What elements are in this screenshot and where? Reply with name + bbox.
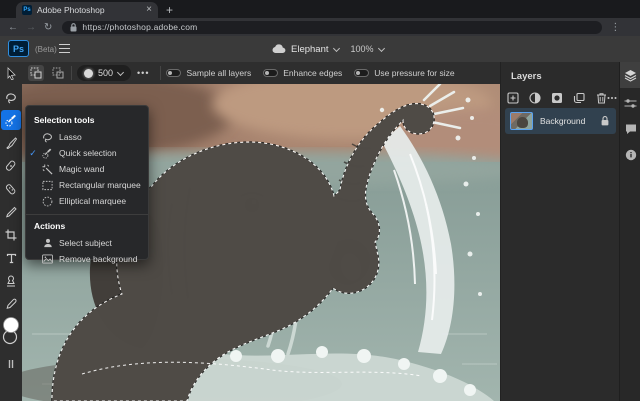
layers-more-icon[interactable] [605,91,619,105]
menu-item-elliptical-marquee[interactable]: Elliptical marquee [26,193,148,209]
spot-healing-tool[interactable] [1,156,21,176]
layer-name: Background [540,116,586,126]
screen: Ps Adobe Photoshop × + ← → ↻ https://pho… [0,0,640,401]
properties-panel-tab[interactable] [620,90,640,116]
sample-all-layers-label: Sample all layers [186,68,252,78]
brush-size-control[interactable]: 500 [77,65,132,81]
lasso-select-tool[interactable] [1,88,21,108]
reload-icon[interactable]: ↻ [44,22,52,33]
info-icon [625,149,636,161]
quick-selection-tool[interactable] [1,110,21,130]
browser-address-bar: ← → ↻ https://photoshop.adobe.com ⋮ [0,18,640,36]
browser-tab-bar: Ps Adobe Photoshop × + [0,0,640,18]
menu-item-remove-background[interactable]: Remove background [26,251,148,267]
layers-panel-tab[interactable] [620,62,640,88]
comment-icon [625,124,636,134]
toolbar [0,62,22,401]
layers-panel: Layers Background [500,62,619,401]
brush-preview-icon [84,68,93,78]
tool-options-bar: 500 ••• Sample all layers Enhance edges … [22,62,500,84]
menu-item-magic-wand[interactable]: Magic wand [26,161,148,177]
comments-panel-tab[interactable] [620,116,640,142]
cloud-document-icon [272,44,286,54]
check-icon: ✓ [29,147,37,158]
browser-menu-icon[interactable]: ⋮ [610,22,620,33]
foreground-background-colors[interactable] [1,314,21,348]
photoshop-logo: Ps [8,40,29,57]
brush-size-chevron-icon [118,70,124,76]
lasso-icon [40,132,55,143]
menu-icon[interactable] [59,44,70,53]
magic-wand-icon [40,163,55,175]
flyout-section-title: Actions [34,221,66,231]
document-chevron-icon[interactable] [334,46,340,52]
menu-item-rectangular-marquee[interactable]: Rectangular marquee [26,177,148,193]
app-header: Ps (Beta) Elephant 100% [0,36,640,92]
sample-all-layers-toggle[interactable] [166,69,182,77]
add-layer-icon[interactable] [506,91,520,105]
layer-mask-icon[interactable] [550,91,564,105]
flyout-section-title: Selection tools [34,115,95,125]
zoom-level[interactable]: 100% [351,44,374,54]
tab-favicon-ps: Ps [22,5,32,15]
layer-row-background[interactable]: Background [505,108,616,134]
healing-patch-tool[interactable] [1,179,21,199]
quick-selection-icon [40,148,55,159]
layer-thumbnail [510,112,533,130]
brush-tool[interactable] [1,133,21,153]
rectangular-marquee-icon [40,180,55,191]
crop-tool[interactable] [1,225,21,245]
zoom-chevron-icon[interactable] [379,46,385,52]
url-field[interactable]: https://photoshop.adobe.com [62,20,603,34]
person-icon [40,238,55,249]
menu-item-lasso[interactable]: Lasso [26,129,148,145]
menu-item-select-subject[interactable]: Select subject [26,235,148,251]
clipping-mask-icon[interactable] [572,91,586,105]
menu-item-quick-selection[interactable]: ✓ Quick selection [26,145,148,161]
new-selection-mode-icon[interactable] [28,65,44,81]
enhance-edges-label: Enhance edges [283,68,343,78]
subtract-selection-mode-icon[interactable] [50,65,66,81]
browser-tab[interactable]: Ps Adobe Photoshop × [16,2,158,18]
enhance-edges-toggle[interactable] [263,69,279,77]
more-options-icon[interactable]: ••• [137,68,149,78]
document-title-cluster: Elephant 100% [272,41,385,57]
right-panel-strip [619,62,640,401]
use-pressure-toggle[interactable] [354,69,370,77]
forward-icon[interactable]: → [26,22,36,33]
layers-icon [624,69,637,82]
type-tool[interactable] [1,248,21,268]
elliptical-marquee-icon [40,196,55,207]
brush-size-value: 500 [98,68,114,78]
lock-icon[interactable] [601,116,609,126]
move-tool[interactable] [1,63,21,83]
clone-stamp-tool[interactable] [1,271,21,291]
tab-close-icon[interactable]: × [146,5,152,15]
pencil-tool[interactable] [1,202,21,222]
url-text: https://photoshop.adobe.com [82,22,198,32]
sliders-icon [624,98,637,108]
back-icon[interactable]: ← [8,22,18,33]
layers-panel-title: Layers [511,71,542,82]
more-tools-icon[interactable] [1,354,21,374]
tab-title: Adobe Photoshop [37,5,105,15]
lock-icon [70,22,77,31]
selection-tools-flyout: Selection tools Lasso ✓ Quick selection … [25,105,149,264]
use-pressure-label: Use pressure for size [374,68,455,78]
new-tab-button[interactable]: + [166,3,173,17]
flyout-divider [26,214,148,215]
beta-badge: (Beta) [35,45,57,54]
document-name[interactable]: Elephant [291,44,329,55]
image-icon [40,254,55,265]
eyedropper-tool[interactable] [1,294,21,314]
adjustment-layer-icon[interactable] [528,91,542,105]
info-panel-tab[interactable] [620,142,640,168]
